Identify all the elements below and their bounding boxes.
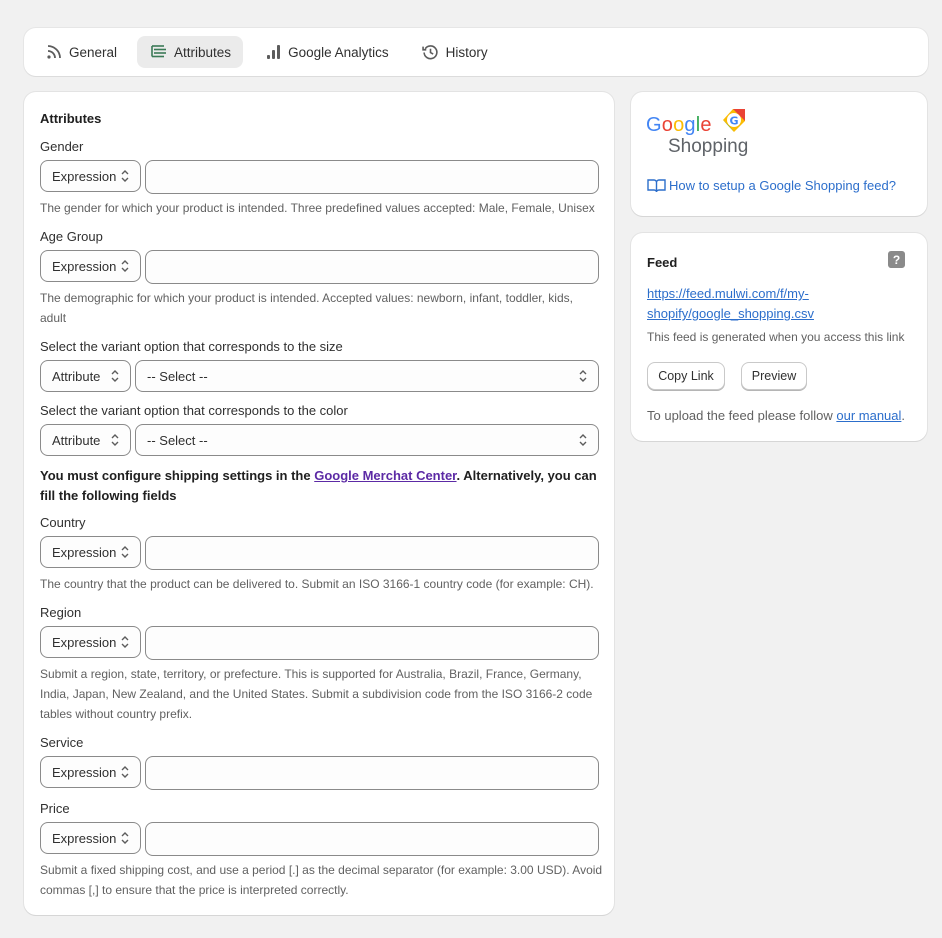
price-type-select[interactable]: Expression (40, 822, 141, 854)
service-input[interactable] (145, 756, 599, 790)
google-shopping-tag-icon: G (723, 109, 745, 132)
select-chevron-icon (111, 434, 119, 446)
country-label: Country (40, 515, 86, 530)
shopping-logo-text: Shopping (668, 136, 749, 157)
tab-label: Attributes (174, 44, 232, 60)
google-logo-text: Google (646, 114, 712, 137)
size-type-select[interactable]: Attribute (40, 360, 131, 392)
size-option-select[interactable]: -- Select -- (135, 360, 599, 392)
tab-label: Google Analytics (288, 44, 389, 60)
attributes-card: Attributes Gender Expression The gender … (24, 92, 614, 915)
history-icon (421, 42, 441, 62)
select-chevron-icon (579, 434, 587, 446)
select-chevron-icon (111, 370, 119, 382)
country-type-select[interactable]: Expression (40, 536, 141, 568)
card-title: Attributes (40, 111, 102, 126)
google-logo-letter: G (646, 114, 662, 136)
select-chevron-icon (121, 832, 129, 844)
gender-type-select[interactable]: Expression (40, 160, 141, 192)
manual-link[interactable]: our manual (836, 408, 901, 423)
gender-help: The gender for which your product is int… (40, 201, 595, 215)
select-chevron-icon (121, 636, 129, 648)
region-help-line1: Submit a region, state, territory, or pr… (40, 667, 582, 681)
tab-label: History (445, 44, 488, 60)
upload-instructions: To upload the feed please follow our man… (647, 408, 906, 423)
feed-title: Feed (647, 255, 678, 270)
tab-general[interactable]: General (32, 36, 129, 68)
select-chevron-icon (121, 546, 129, 558)
select-chevron-icon (121, 766, 129, 778)
age-group-input[interactable] (145, 250, 599, 284)
select-chevron-icon (121, 170, 129, 182)
country-help: The country that the product can be deli… (40, 577, 594, 591)
google-logo-letter: o (661, 114, 674, 136)
select-chevron-icon (579, 370, 587, 382)
select-chevron-icon (121, 260, 129, 272)
copy-link-button[interactable]: Copy Link (647, 362, 725, 390)
bar-chart-icon (263, 42, 283, 62)
rss-icon (44, 42, 64, 62)
gender-input[interactable] (145, 160, 599, 194)
tab-google-analytics[interactable]: Google Analytics (251, 36, 401, 68)
country-input[interactable] (145, 536, 599, 570)
age-group-type-select[interactable]: Expression (40, 250, 141, 282)
gender-label: Gender (40, 139, 84, 154)
google-logo-letter: e (700, 114, 712, 136)
service-type-select[interactable]: Expression (40, 756, 141, 788)
feed-note: This feed is generated when you access t… (647, 330, 905, 344)
merchant-center-link[interactable]: Google Merchat Center (314, 468, 456, 483)
age-group-help-line1: The demographic for which your product i… (40, 291, 573, 305)
color-option-select[interactable]: -- Select -- (135, 424, 599, 456)
setup-guide-link[interactable]: How to setup a Google Shopping feed? (669, 178, 896, 193)
region-input[interactable] (145, 626, 599, 660)
price-help-line1: Submit a fixed shipping cost, and use a … (40, 863, 603, 877)
svg-text:G: G (729, 115, 738, 128)
feed-url-link[interactable]: https://feed.mulwi.com/f/my- shopify/goo… (647, 284, 814, 324)
price-help-line2: commas [,] to ensure that the price is i… (40, 883, 349, 897)
age-group-label: Age Group (40, 229, 103, 244)
color-type-select[interactable]: Attribute (40, 424, 131, 456)
tab-attributes[interactable]: Attributes (137, 36, 244, 68)
age-group-help-line2: adult (40, 311, 67, 325)
feed-card: Feed ? https://feed.mulwi.com/f/my- shop… (631, 233, 927, 441)
price-label: Price (40, 801, 70, 816)
book-icon (647, 179, 666, 193)
google-logo-letter: g (684, 114, 696, 136)
list-icon (149, 42, 169, 62)
service-label: Service (40, 735, 84, 750)
google-shopping-card: Google G Shopping How to setup a Google … (631, 92, 927, 216)
tab-history[interactable]: History (409, 36, 500, 68)
region-label: Region (40, 605, 82, 620)
region-help-line2: India, Japan, New Zealand, and the Unite… (40, 687, 593, 701)
size-label: Select the variant option that correspon… (40, 339, 343, 354)
google-logo-letter: o (673, 114, 685, 136)
shipping-note: You must configure shipping settings in … (40, 468, 597, 503)
region-type-select[interactable]: Expression (40, 626, 141, 658)
tab-bar: General Attributes Google Analytics Hist… (24, 28, 928, 76)
tab-label: General (69, 44, 118, 60)
region-help-line3: tables without country prefix. (40, 707, 193, 721)
help-icon[interactable]: ? (888, 251, 905, 268)
preview-button[interactable]: Preview (741, 362, 807, 390)
price-input[interactable] (145, 822, 599, 856)
color-label: Select the variant option that correspon… (40, 403, 348, 418)
